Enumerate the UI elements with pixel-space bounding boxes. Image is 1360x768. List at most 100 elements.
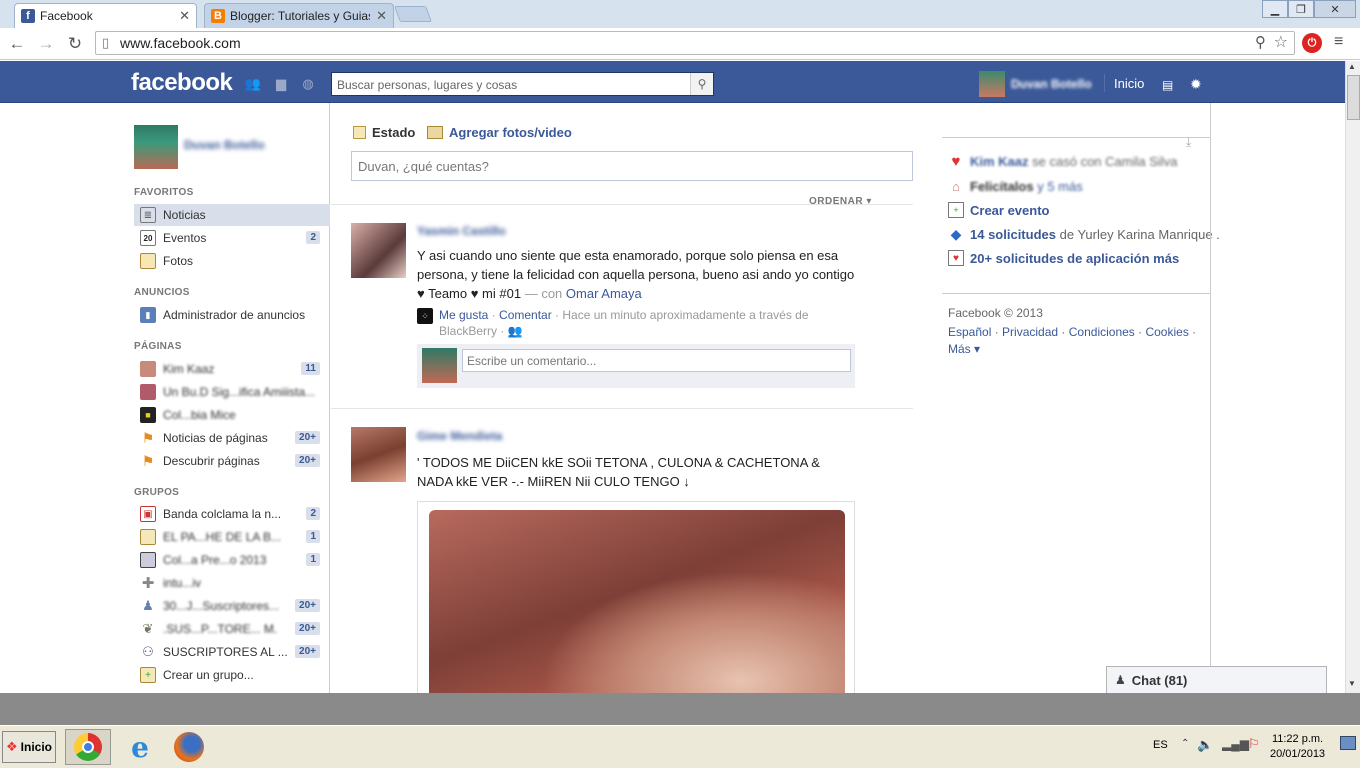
comment-link[interactable]: Comentar [499,308,552,322]
tab-blogger[interactable]: B Blogger: Tutoriales y Guias. - ✕ [204,3,394,28]
post-timestamp[interactable]: Hace un minuto aproximadamente a través … [439,308,809,338]
create-event-link[interactable]: + Crear evento [948,202,1049,218]
zoom-icon[interactable]: ⚲ [1255,33,1266,51]
ticker-strong: Kim Kaaz [970,153,1029,169]
bookmark-star-icon[interactable]: ☆ [1274,32,1288,52]
like-link[interactable]: Me gusta [439,308,488,322]
audience-icon[interactable]: 👥 [508,324,523,338]
avatar[interactable] [979,71,1005,97]
notifications-globe-icon[interactable]: ◍ [300,76,316,91]
close-tab-icon[interactable]: ✕ [376,8,387,24]
back-icon[interactable]: ← [6,33,28,55]
profile-name-link[interactable]: Duvan Botello [184,138,265,152]
sort-dropdown[interactable]: ORDENAR ▾ [809,196,872,207]
download-icon[interactable]: ⤓ [1186,135,1191,150]
nav-item-page[interactable]: Un Bu.D Sig...ifica Amiiista... [134,381,330,403]
scrollbar-thumb[interactable] [1347,75,1360,120]
app-requests-item[interactable]: ◆ 14 solicitudes de Yurley Karina Manriq… [948,226,1220,242]
nav-item-page[interactable]: ■ Col...bia Mice [134,404,330,426]
post-author-name[interactable]: Gime Mendieta [417,429,502,443]
volume-icon[interactable]: 🔈 [1197,737,1213,753]
create-group-link[interactable]: + Crear un grupo... [134,664,330,686]
ie-taskbar-button[interactable]: e [117,729,163,765]
show-hidden-icons[interactable]: ⌃ [1181,738,1189,749]
close-window-button[interactable]: ✕ [1314,0,1356,18]
close-tab-icon[interactable]: ✕ [179,8,190,24]
tab-estado[interactable]: Estado [353,125,415,140]
tagged-friend-link[interactable]: Omar Amaya [566,286,642,301]
home-link[interactable]: Inicio [1114,76,1144,91]
nav-item-label: .SUS...P...TORE... M. [163,622,278,636]
chrome-menu-icon[interactable]: ≡ [1334,33,1343,51]
nav-item-fotos[interactable]: Fotos [134,250,330,272]
nav-item-group[interactable]: ✚ intu...iv [134,572,330,594]
nav-item-group[interactable]: ♟ 30...J...Suscriptores... 20+ [134,595,330,617]
tab-title: Facebook [40,9,93,23]
chrome-icon [74,733,102,761]
chrome-taskbar-button[interactable] [65,729,111,765]
nav-item-noticias[interactable]: ≣ Noticias [134,204,330,226]
start-button[interactable]: ❖ Inicio [2,731,56,763]
adblock-icon[interactable]: ⏻ [1302,33,1322,53]
friend-requests-icon[interactable]: 👥 [245,76,261,91]
messages-icon[interactable]: ▆ [273,76,289,91]
nav-item-page[interactable]: Kim Kaaz 11 [134,358,330,380]
post-author-name[interactable]: Yasmin Castillo [417,224,506,238]
facebook-top-bar: facebook 👥 ▆ ◍ Buscar personas, lugares … [0,61,1345,103]
nav-item-label: Noticias de páginas [163,431,268,445]
footer-link-privacy[interactable]: Privacidad [1002,325,1058,339]
blogger-favicon-icon: B [211,9,225,23]
tab-facebook[interactable]: f Facebook ✕ [14,3,197,28]
privacy-shortcuts-icon[interactable]: ▤ [1162,78,1173,92]
footer-link-language[interactable]: Español [948,325,991,339]
page-scrollbar[interactable]: ▲ ▼ [1345,61,1360,693]
nav-item-group[interactable]: Col...a Pre...o 2013 1 [134,549,330,571]
facebook-logo[interactable]: facebook [131,69,233,97]
nav-item-eventos[interactable]: 20 Eventos 2 [134,227,330,249]
nav-item-ads-manager[interactable]: ▮ Administrador de anuncios [134,304,330,326]
nav-item-group[interactable]: EL PA...HE DE LA B... 1 [134,526,330,548]
more-app-requests-item[interactable]: ♥ 20+ solicitudes de aplicación más [948,250,1179,266]
scroll-up-icon[interactable]: ▲ [1348,62,1356,71]
profile-picture[interactable] [134,125,178,169]
footer-link-cookies[interactable]: Cookies [1145,325,1188,339]
nav-item-label: Col...a Pre...o 2013 [163,553,267,567]
footer-link-more[interactable]: Más [948,342,971,356]
chat-tab[interactable]: ♟ Chat (81) [1106,666,1327,693]
search-input[interactable]: Buscar personas, lugares y cosas [331,72,714,96]
address-bar[interactable]: ▯ www.facebook.com ⚲ ☆ [95,31,1295,55]
flag-icon: ⚑ [141,452,155,469]
language-indicator[interactable]: ES [1153,739,1168,751]
nav-item-group[interactable]: ▣ Banda colclama la n... 2 [134,503,330,525]
post-photo[interactable] [417,501,855,696]
minimize-button[interactable]: ▁ [1262,0,1288,18]
count-badge: 20+ [295,622,320,635]
gear-icon[interactable]: ✹ [1190,76,1202,93]
post-author-avatar[interactable] [351,223,406,278]
footer-link-terms[interactable]: Condiciones [1069,325,1135,339]
nav-item-discover-pages[interactable]: ⚑ Descubrir páginas 20+ [134,450,330,472]
forward-icon[interactable]: → [35,33,57,55]
nav-item-group[interactable]: ❦ .SUS...P...TORE... M. 20+ [134,618,330,640]
ticker-item[interactable]: ⌂ Felicítalos y 5 más [948,178,1083,194]
status-composer-input[interactable]: Duvan, ¿qué cuentas? [351,151,913,181]
system-clock[interactable]: 11:22 p.m. 20/01/2013 [1270,732,1325,762]
reload-icon[interactable]: ↻ [64,33,86,55]
right-sidebar: ⤓ ♥ Kim Kaaz se casó con Camila Silva ⌂ … [942,103,1220,693]
show-desktop-icon[interactable] [1340,736,1356,750]
user-name-link[interactable]: Duvan Botello [1011,77,1092,91]
scroll-down-icon[interactable]: ▼ [1348,679,1356,688]
paw-icon: ❦ [142,621,154,636]
nav-item-pages-feed[interactable]: ⚑ Noticias de páginas 20+ [134,427,330,449]
nav-item-group[interactable]: ⚇ SUSCRIPTORES AL ... 20+ [134,641,330,663]
maximize-button[interactable]: ❐ [1288,0,1314,18]
firefox-taskbar-button[interactable] [166,729,212,765]
network-signal-icon[interactable]: ▂▄▆ [1222,737,1249,751]
new-tab-button[interactable] [394,6,432,22]
action-center-icon[interactable]: ⚐ [1248,736,1260,752]
search-icon[interactable]: ⚲ [690,73,713,95]
comment-input[interactable]: Escribe un comentario... [462,349,851,372]
ticker-item[interactable]: ♥ Kim Kaaz se casó con Camila Silva [948,153,1178,170]
post-author-avatar[interactable] [351,427,406,482]
tab-add-photos[interactable]: Agregar fotos/video [427,125,572,140]
